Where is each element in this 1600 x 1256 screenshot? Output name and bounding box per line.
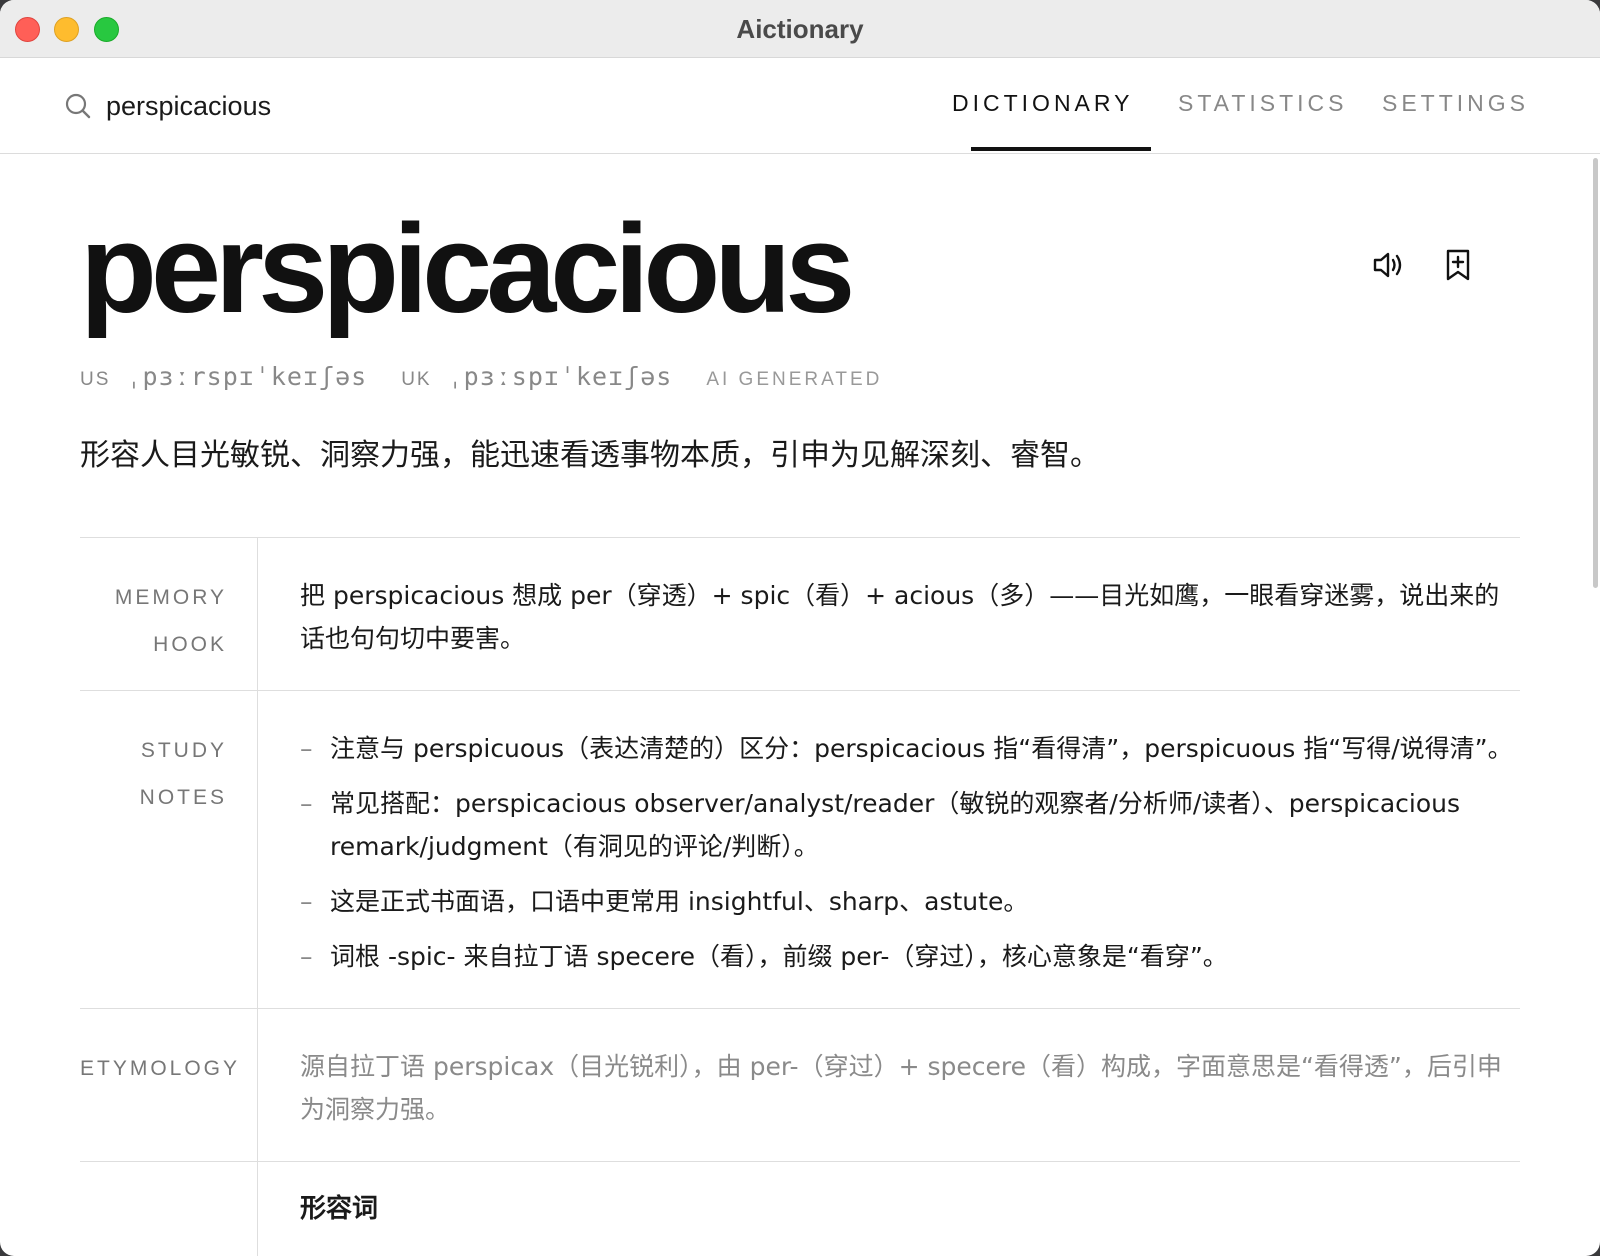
section-label-line: STUDY <box>140 739 227 762</box>
etymology-text: 源自拉丁语 perspicax（目光锐利），由 per-（穿过）+ specer… <box>300 1052 1502 1124</box>
active-tab-indicator <box>971 147 1151 151</box>
toolbar: DICTIONARY STATISTICS SETTINGS <box>0 58 1600 154</box>
pronunciation-uk: ˌpɜːspɪˈkeɪʃəs <box>447 362 673 391</box>
tab-settings[interactable]: SETTINGS <box>1382 90 1529 117</box>
list-item: – 这是正式书面语，口语中更常用 insightful、sharp、astute… <box>300 880 1520 923</box>
pronunciation-us: ˌpɜːrspɪˈkeɪʃəs <box>126 362 368 391</box>
part-of-speech-heading: 形容词 <box>300 1194 379 1224</box>
dash-icon: – <box>300 942 313 971</box>
search-icon <box>65 93 91 119</box>
section-label <box>80 1162 258 1256</box>
study-notes-list: – 注意与 perspicuous（表达清楚的）区分：perspicacious… <box>258 691 1520 1008</box>
note-text: 注意与 perspicuous（表达清楚的）区分：perspicacious 指… <box>330 734 1513 763</box>
memory-hook-section: MEMORY HOOK 把 perspicacious 想成 per（穿透）+ … <box>80 537 1520 690</box>
speaker-icon[interactable] <box>1370 247 1406 283</box>
headword: perspicacious <box>80 198 855 339</box>
tab-statistics[interactable]: STATISTICS <box>1178 90 1348 117</box>
memory-hook-text: 把 perspicacious 想成 per（穿透）+ spic（看）+ aci… <box>300 581 1500 653</box>
section-label-line: NOTES <box>139 786 227 809</box>
tab-dictionary[interactable]: DICTIONARY <box>952 90 1133 117</box>
ai-generated-badge: AI GENERATED <box>706 369 883 390</box>
bookmark-add-icon[interactable] <box>1440 247 1476 283</box>
search-input[interactable] <box>106 84 626 128</box>
section-label-line: ETYMOLOGY <box>80 1057 241 1080</box>
section-label: ETYMOLOGY <box>80 1009 258 1161</box>
part-of-speech-section: 形容词 <box>80 1161 1520 1256</box>
etymology-section: ETYMOLOGY 源自拉丁语 perspicax（目光锐利），由 per-（穿… <box>80 1008 1520 1161</box>
pronunciation-tag-us: US <box>80 369 111 390</box>
list-item: – 常见搭配：perspicacious observer/analyst/re… <box>300 782 1520 868</box>
note-text: 常见搭配：perspicacious observer/analyst/read… <box>330 789 1461 861</box>
part-of-speech-body: 形容词 <box>258 1162 1520 1256</box>
list-item: – 注意与 perspicuous（表达清楚的）区分：perspicacious… <box>300 727 1520 770</box>
dash-icon: – <box>300 789 313 818</box>
note-text: 词根 -spic- 来自拉丁语 specere（看），前缀 per-（穿过），核… <box>330 942 1228 971</box>
note-text: 这是正式书面语，口语中更常用 insightful、sharp、astute。 <box>330 887 1029 916</box>
list-item: – 词根 -spic- 来自拉丁语 specere（看），前缀 per-（穿过）… <box>300 935 1520 978</box>
entry-sections: MEMORY HOOK 把 perspicacious 想成 per（穿透）+ … <box>80 537 1520 1256</box>
title-bar: Aictionary <box>0 0 1600 58</box>
pronunciation-row: US ˌpɜːrspɪˈkeɪʃəs UK ˌpɜːspɪˈkeɪʃəs AI … <box>80 362 882 391</box>
section-label-line: HOOK <box>153 633 227 656</box>
section-label: MEMORY HOOK <box>80 538 258 690</box>
section-label: STUDY NOTES <box>80 691 258 1008</box>
scrollbar-thumb[interactable] <box>1593 158 1598 588</box>
window-title: Aictionary <box>736 14 864 44</box>
dash-icon: – <box>300 887 313 916</box>
dash-icon: – <box>300 734 313 763</box>
section-label-line: MEMORY <box>114 586 227 609</box>
definition: 形容人目光敏锐、洞察力强，能迅速看透事物本质，引申为见解深刻、睿智。 <box>80 438 1100 473</box>
app-window: Aictionary DICTIONARY STATISTICS SETTING… <box>0 0 1600 1256</box>
study-notes-section: STUDY NOTES – 注意与 perspicuous（表达清楚的）区分：p… <box>80 690 1520 1008</box>
pronunciation-tag-uk: UK <box>401 369 432 390</box>
